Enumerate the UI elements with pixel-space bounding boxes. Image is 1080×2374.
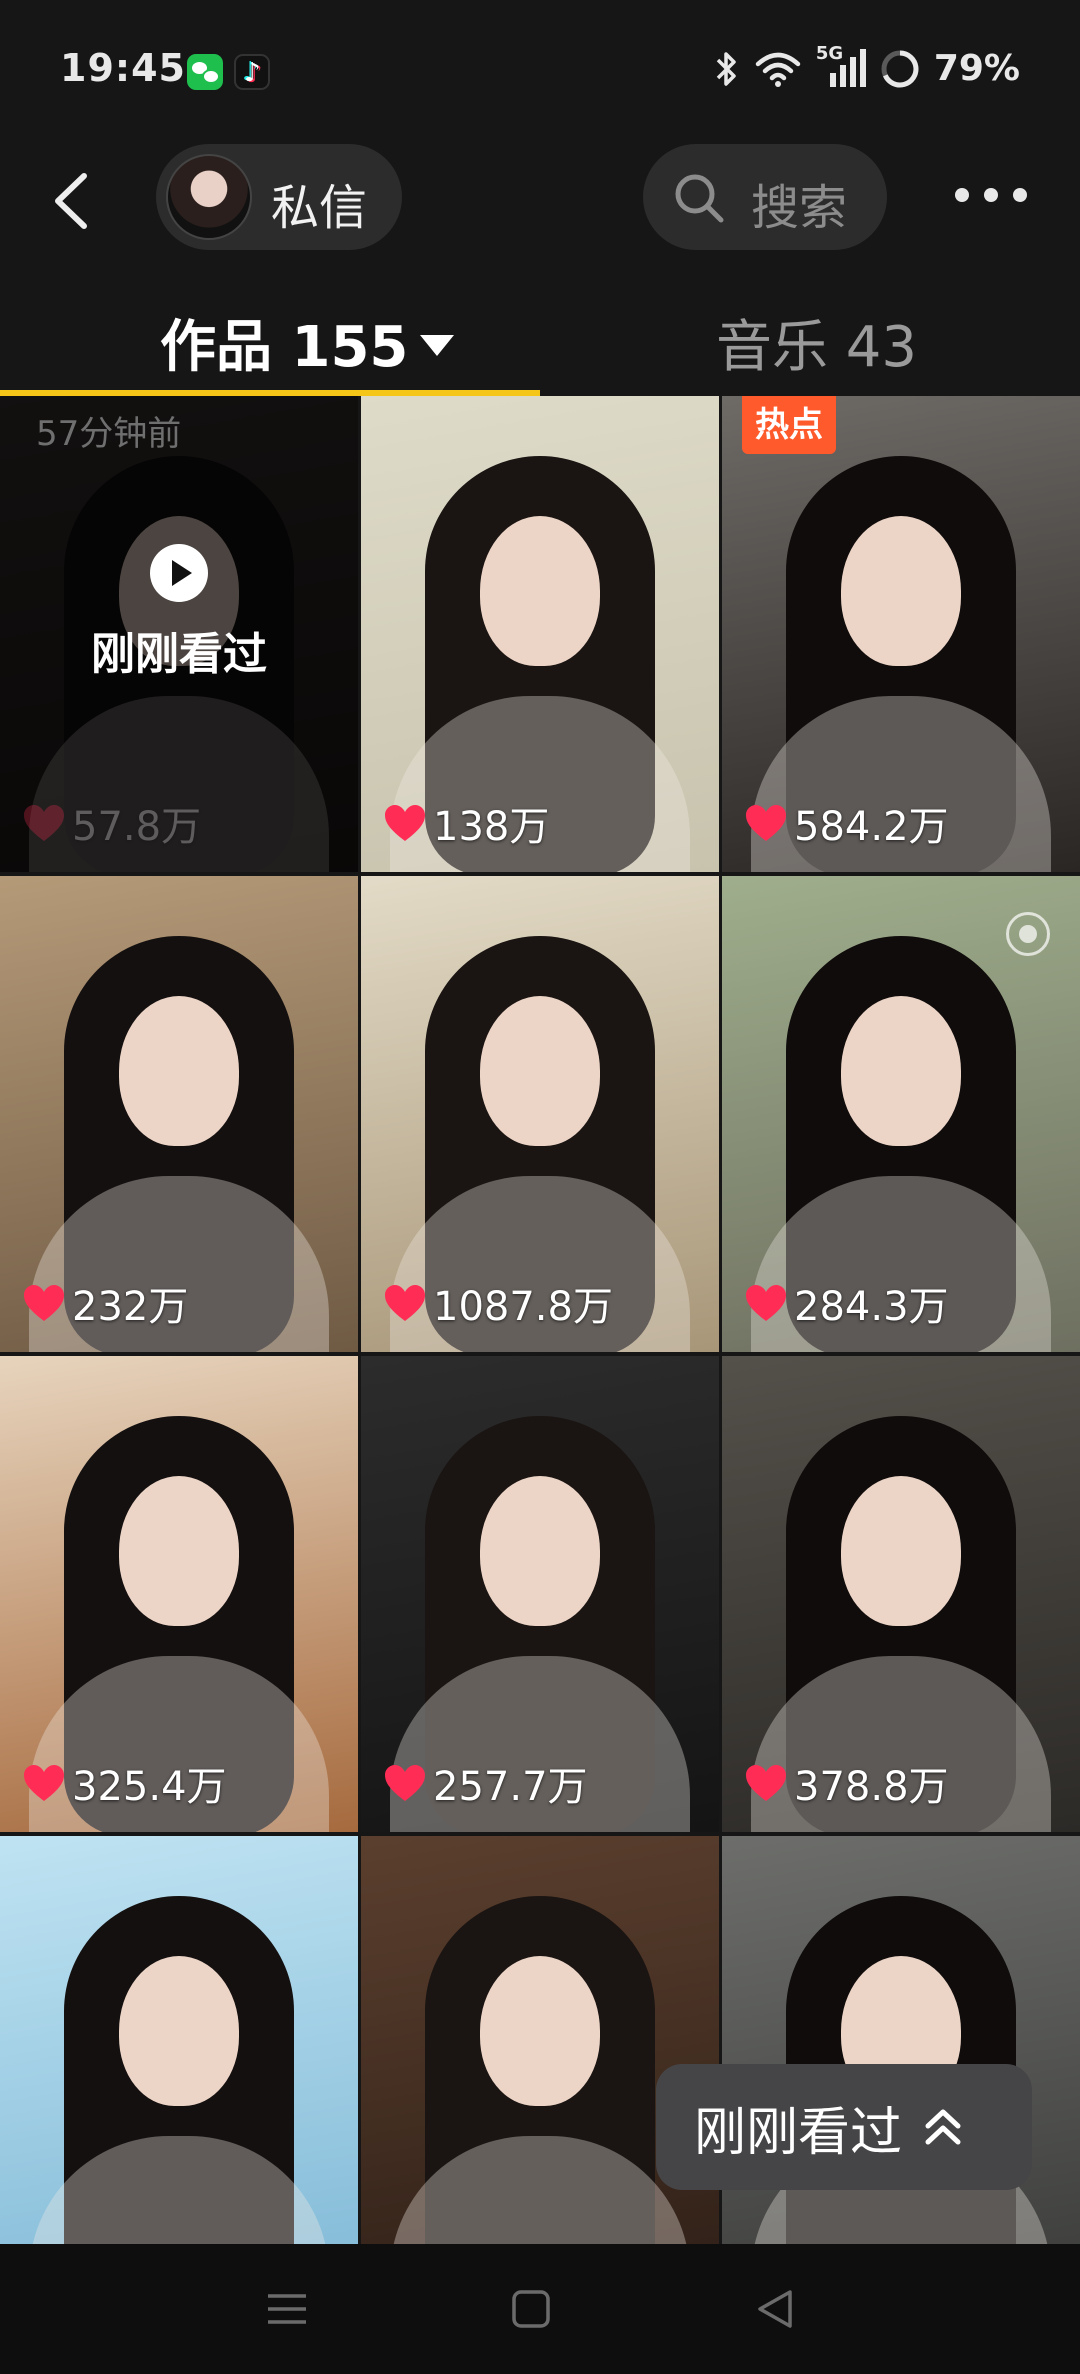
play-icon (150, 544, 208, 602)
direct-message-button[interactable]: 私信 (156, 144, 402, 250)
heart-icon (385, 805, 425, 841)
video-tile[interactable]: 232万 (0, 876, 358, 1352)
video-tile[interactable]: 251.4万 (0, 1836, 358, 2246)
time-ago-label: 57分钟前 (36, 414, 182, 454)
video-tile[interactable]: 325.4万 (0, 1356, 358, 1832)
like-count-value: 325.4万 (72, 1764, 227, 1810)
thumbnail-figure (841, 1476, 961, 1626)
video-tile[interactable]: 热点 584.2万 (722, 396, 1080, 872)
like-count-value: 584.2万 (794, 804, 949, 850)
back-button[interactable] (40, 166, 110, 236)
status-bar: 19:45 ♪ 5G 79% (0, 0, 1080, 140)
heart-icon (24, 805, 64, 841)
thumbnail-figure (480, 996, 600, 1146)
thumbnail-figure (480, 516, 600, 666)
signal-icon: 5G (816, 43, 866, 89)
heart-icon (746, 805, 786, 841)
like-count: 257.7万 (383, 1754, 588, 1812)
battery-percentage: 79% (933, 48, 1020, 89)
tab-works-label: 作品 155 (160, 315, 409, 380)
like-count-value: 284.3万 (794, 1284, 949, 1330)
thumbnail-figure (480, 1956, 600, 2106)
home-icon[interactable] (506, 2284, 556, 2334)
content-tabs: 作品 155 音乐 43 (0, 280, 1080, 396)
heart-icon (746, 1765, 786, 1801)
menu-icon[interactable] (262, 2284, 312, 2334)
caret-down-icon[interactable] (420, 335, 455, 356)
heart-icon (746, 1285, 786, 1321)
search-button[interactable]: 搜索 (643, 144, 887, 250)
like-count: 138万 (383, 794, 549, 852)
recently-watched-label: 刚刚看过 (694, 2102, 903, 2163)
like-count-value: 1087.8万 (433, 1284, 613, 1330)
bluetooth-icon (716, 51, 736, 86)
thumbnail-figure (841, 996, 961, 1146)
like-count-value: 138万 (433, 804, 550, 850)
video-thumbnail (0, 1836, 358, 2246)
wechat-icon (187, 54, 223, 90)
thumbnail-figure (119, 1956, 239, 2106)
like-count-value: 378.8万 (794, 1764, 949, 1810)
just-watched-label: 刚刚看过 (91, 629, 267, 680)
direct-message-label: 私信 (271, 180, 368, 236)
like-count: 1087.8万 (383, 1274, 613, 1332)
like-count: 284.3万 (744, 1274, 949, 1332)
tab-music[interactable]: 音乐 43 (716, 302, 917, 383)
heart-icon (24, 1285, 64, 1321)
video-tile[interactable]: 138万 (361, 396, 719, 872)
chevron-double-up-icon (925, 2109, 961, 2145)
chevron-left-icon (55, 173, 87, 229)
heart-icon (385, 1765, 425, 1801)
tab-works[interactable]: 作品 155 (160, 302, 455, 383)
live-photo-icon (1006, 912, 1050, 956)
video-tile[interactable]: 57分钟前刚刚看过 57.8万 (0, 396, 358, 872)
battery-icon (881, 50, 919, 87)
like-count-value: 257.7万 (433, 1764, 588, 1810)
video-tile[interactable]: 378.8万 (722, 1356, 1080, 1832)
avatar (166, 154, 252, 240)
like-count: 584.2万 (744, 794, 949, 852)
wifi-icon (755, 52, 801, 87)
like-count: 325.4万 (22, 1754, 227, 1812)
like-count: 232万 (22, 1274, 188, 1332)
more-dots-icon (955, 188, 969, 202)
search-label: 搜索 (751, 180, 848, 236)
top-header: 私信 搜索 (0, 140, 1080, 260)
back-triangle-icon[interactable] (750, 2284, 800, 2334)
more-options-button[interactable] (955, 170, 1027, 220)
status-time: 19:45 (60, 46, 186, 90)
thumbnail-figure (841, 516, 961, 666)
like-count-value: 57.8万 (72, 804, 202, 850)
recently-watched-button[interactable]: 刚刚看过 (656, 2064, 1032, 2190)
hot-badge: 热点 (742, 396, 836, 454)
tiktok-icon: ♪ (234, 54, 270, 90)
thumbnail-figure (480, 1476, 600, 1626)
thumbnail-figure (119, 996, 239, 1146)
video-tile[interactable]: 257.7万 (361, 1356, 719, 1832)
heart-icon (385, 1285, 425, 1321)
like-count: 57.8万 (22, 794, 201, 852)
heart-icon (24, 1765, 64, 1801)
like-count: 378.8万 (744, 1754, 949, 1812)
video-grid: 57分钟前刚刚看过 57.8万 138万 热点 584.2万 232万 1087.8万 284… (0, 396, 1080, 2246)
search-icon (675, 174, 724, 223)
status-icons: 5G 79% (714, 43, 1020, 89)
like-count-value: 232万 (72, 1284, 189, 1330)
system-nav-bar (0, 2244, 1080, 2374)
profile-works-screen: 19:45 ♪ 5G 79% 私信 搜索 作品 155 音乐 43 57分钟前 … (0, 0, 1080, 2374)
video-tile[interactable]: 1087.8万 (361, 876, 719, 1352)
thumbnail-figure (119, 1476, 239, 1626)
video-tile[interactable]: 284.3万 (722, 876, 1080, 1352)
